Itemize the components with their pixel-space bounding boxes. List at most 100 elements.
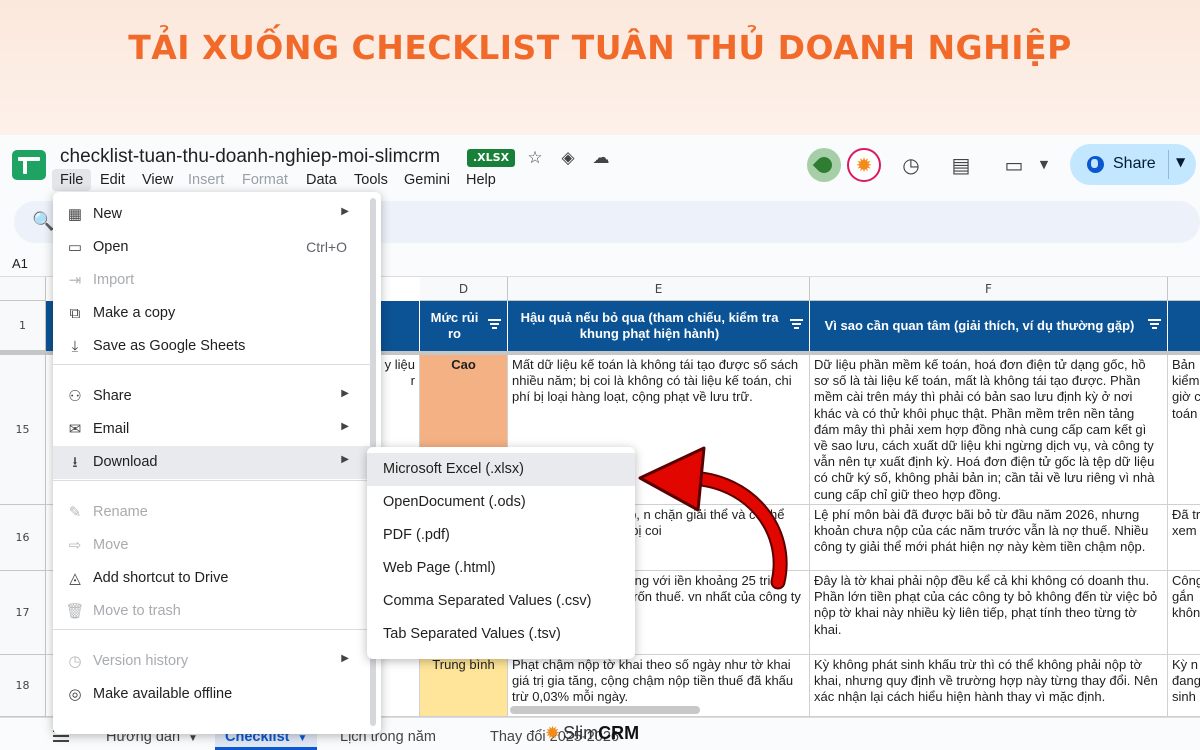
row-header-17[interactable]: 17	[0, 571, 46, 655]
new-icon: ▦	[67, 206, 83, 223]
share-divider	[1168, 150, 1169, 179]
file-menu-item-save-as-google-sheets[interactable]: ⤓ Save as Google Sheets	[53, 330, 371, 363]
download-option-0[interactable]: Microsoft Excel (.xlsx)	[367, 453, 635, 486]
menu-separator	[53, 364, 371, 365]
promo-banner: TẢI XUỐNG CHECKLIST TUÂN THỦ DOANH NGHIỆ…	[0, 0, 1200, 135]
download-option-1[interactable]: OpenDocument (.ods)	[367, 486, 635, 519]
menu-help[interactable]: Help	[458, 169, 504, 191]
document-title[interactable]: checklist-tuan-thu-doanh-nghiep-moi-slim…	[60, 146, 440, 168]
file-menu-item-add-shortcut-to-drive[interactable]: ◬ Add shortcut to Drive	[53, 562, 371, 595]
share-label: Share	[1113, 155, 1156, 172]
copy-icon: ⧉	[69, 305, 81, 322]
sheets-logo-icon[interactable]	[12, 150, 46, 180]
risk-cell[interactable]: Trung bình	[420, 655, 508, 717]
watermark-brand-b: CRM	[598, 723, 640, 743]
column-header-g[interactable]	[1168, 277, 1200, 301]
folder-icon: ▭	[67, 239, 83, 256]
table-cell[interactable]: Đây là tờ khai phải nộp đều kể cả khi kh…	[810, 571, 1168, 655]
file-menu-item-new[interactable]: ▦ New ▶	[53, 198, 371, 231]
header-risk-label: Mức rủi ro	[430, 310, 479, 341]
header-cell-risk[interactable]: Mức rủi ro	[420, 301, 508, 351]
download-submenu: Microsoft Excel (.xlsx) OpenDocument (.od…	[367, 447, 635, 659]
file-menu-item-move[interactable]: ⇨ Move	[53, 529, 371, 562]
download-option-2[interactable]: PDF (.pdf)	[367, 519, 635, 552]
row-header-18[interactable]: 18	[0, 655, 46, 717]
cloud-status-icon[interactable]: ☁	[590, 147, 612, 169]
file-menu-item-move-to-trash[interactable]: 🗑 Move to trash	[53, 595, 371, 628]
file-menu-label: Move	[93, 537, 129, 553]
name-box[interactable]: A1	[12, 256, 28, 271]
menu-file[interactable]: File	[52, 169, 92, 191]
shortcut-label: Ctrl+O	[306, 239, 347, 255]
filter-icon[interactable]	[790, 319, 803, 329]
column-header-d[interactable]: D	[420, 277, 508, 301]
column-header-f[interactable]: F	[810, 277, 1168, 301]
header-cell-g[interactable]	[1168, 301, 1200, 351]
share-button[interactable]: Share ▼	[1070, 144, 1196, 185]
file-menu-label: Share	[93, 388, 132, 404]
table-cell[interactable]: Kỳ n đang sinh	[1168, 655, 1200, 717]
menu-format[interactable]: Format	[234, 169, 296, 191]
history-icon: ◷	[68, 653, 82, 670]
table-cell[interactable]: Bản kiểm giờ c toán	[1168, 355, 1200, 505]
download-option-3[interactable]: Web Page (.html)	[367, 552, 635, 585]
email-icon: ✉	[68, 421, 82, 438]
file-menu-item-open[interactable]: ▭ Open Ctrl+O	[53, 231, 371, 264]
menu-view[interactable]: View	[134, 169, 181, 191]
chevron-down-icon: ▼	[188, 733, 198, 744]
file-menu-label: Save as Google Sheets	[93, 338, 246, 354]
header-cell-consequence[interactable]: Hậu quả nếu bỏ qua (tham chiếu, kiểm tra…	[508, 301, 810, 351]
file-menu: ▦ New ▶ ▭ Open Ctrl+O ⇥ Import ⧉ Make a copy ⤓ Save…	[53, 192, 381, 734]
meet-icon[interactable]: ▭	[1000, 151, 1028, 179]
menu-insert[interactable]: Insert	[180, 169, 232, 191]
submenu-arrow-icon: ▶	[341, 421, 349, 432]
download-option-4[interactable]: Comma Separated Values (.csv)	[367, 585, 635, 618]
table-cell[interactable]: Đã tr xem l	[1168, 505, 1200, 571]
file-menu-label: Download	[93, 454, 158, 470]
menu-gemini[interactable]: Gemini	[396, 169, 458, 191]
file-menu-label: Make available offline	[93, 686, 233, 702]
menu-tools[interactable]: Tools	[346, 169, 396, 191]
move-folder-icon[interactable]: ◈	[557, 147, 579, 169]
star-icon[interactable]: ☆	[524, 147, 546, 169]
file-menu-item-download[interactable]: ⭳ Download ▶	[53, 446, 371, 479]
row-header-1[interactable]: 1	[0, 301, 46, 351]
file-menu-item-make-available-offline[interactable]: ◎ Make available offline	[53, 678, 371, 711]
download-icon: ⭳	[72, 454, 78, 471]
file-menu-item-share[interactable]: ⚇ Share ▶	[53, 380, 371, 413]
file-menu-item-email[interactable]: ✉ Email ▶	[53, 413, 371, 446]
file-menu-label: Version history	[93, 653, 189, 669]
file-menu-item-import[interactable]: ⇥ Import	[53, 264, 371, 297]
menu-data[interactable]: Data	[298, 169, 345, 191]
table-cell[interactable]: Lệ phí môn bài đã được bãi bỏ từ đầu năm…	[810, 505, 1168, 571]
move-icon: ⇨	[68, 537, 82, 554]
submenu-arrow-icon: ▶	[341, 206, 349, 217]
menu-separator	[53, 629, 371, 630]
horizontal-scrollbar[interactable]	[510, 706, 700, 714]
account-avatar[interactable]: ✹	[847, 148, 881, 182]
file-menu-item-version-history[interactable]: ◷ Version history ▶	[53, 645, 371, 678]
table-cell[interactable]: Dữ liệu phần mềm kế toán, hoá đơn điện t…	[810, 355, 1168, 505]
file-menu-label: Add shortcut to Drive	[93, 570, 229, 586]
table-cell[interactable]: Kỳ không phát sinh khấu trừ thì có thể k…	[810, 655, 1168, 717]
row-header-16[interactable]: 16	[0, 505, 46, 571]
comment-icon[interactable]: ▤	[947, 151, 975, 179]
column-header-e[interactable]: E	[508, 277, 810, 301]
file-menu-item-make-a-copy[interactable]: ⧉ Make a copy	[53, 297, 371, 330]
row-header-15[interactable]: 15	[0, 355, 46, 505]
filter-icon[interactable]	[488, 319, 501, 329]
header-reason-label: Vì sao cần quan tâm (giải thích, ví dụ t…	[824, 318, 1135, 333]
download-option-5[interactable]: Tab Separated Values (.tsv)	[367, 618, 635, 651]
save-sheets-icon: ⤓	[71, 338, 79, 355]
share-dropdown-icon[interactable]: ▼	[1176, 155, 1185, 169]
file-menu-item-rename[interactable]: ✎ Rename	[53, 496, 371, 529]
meet-caret-icon[interactable]: ▼	[1030, 151, 1058, 179]
table-cell[interactable]: Công gắn khôn	[1168, 571, 1200, 655]
filter-icon[interactable]	[1148, 319, 1161, 329]
header-cell-reason[interactable]: Vì sao cần quan tâm (giải thích, ví dụ t…	[810, 301, 1168, 351]
search-menus-icon[interactable]: 🔍	[32, 211, 54, 232]
collaborator-avatar[interactable]	[807, 148, 841, 182]
select-all-corner[interactable]	[0, 277, 46, 301]
history-icon[interactable]: ◷	[897, 151, 925, 179]
menu-edit[interactable]: Edit	[92, 169, 133, 191]
